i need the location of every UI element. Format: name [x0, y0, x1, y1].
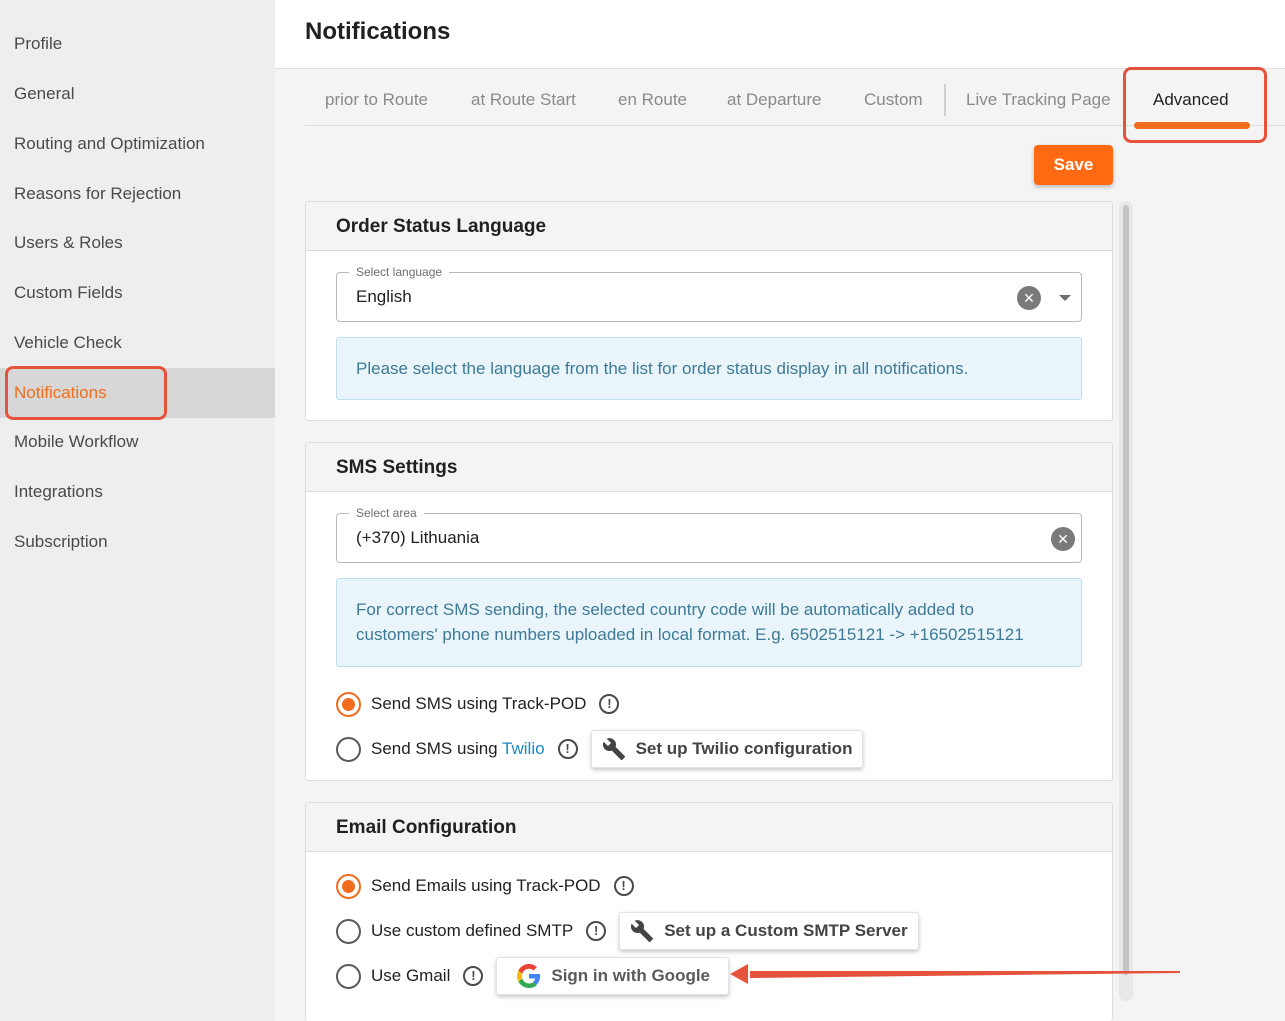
tab-live-tracking-page[interactable]: Live Tracking Page: [966, 70, 1111, 126]
sms-twilio-label-prefix: Send SMS using: [371, 739, 503, 758]
email-gmail-radio[interactable]: [336, 963, 361, 989]
sms-option-twilio[interactable]: Send SMS using Twilio ! Set up Twilio co…: [336, 729, 864, 769]
wrench-icon: [602, 738, 625, 760]
sidebar: Profile General Routing and Optimization…: [0, 0, 275, 1021]
email-smtp-label[interactable]: Use custom defined SMTP: [371, 921, 573, 941]
save-button[interactable]: Save: [1034, 145, 1113, 185]
sms-trackpod-label[interactable]: Send SMS using Track-POD: [371, 694, 586, 714]
language-select-value: English: [356, 287, 412, 306]
wrench-icon: [631, 920, 654, 942]
chevron-down-icon[interactable]: [1059, 295, 1071, 301]
main-content: Notifications prior to Route at Route St…: [275, 0, 1285, 1021]
sidebar-item-mobile-workflow[interactable]: Mobile Workflow: [0, 417, 275, 467]
setup-twilio-button[interactable]: Set up Twilio configuration: [590, 730, 864, 768]
annotation-highlight-advanced-tab: [1123, 67, 1267, 143]
setup-twilio-label: Set up Twilio configuration: [635, 739, 853, 758]
sidebar-item-vehicle-check[interactable]: Vehicle Check: [0, 318, 275, 368]
sidebar-item-subscription[interactable]: Subscription: [0, 517, 275, 567]
area-select-value: (+370) Lithuania: [356, 528, 480, 547]
clear-area-icon[interactable]: ✕: [1051, 527, 1075, 551]
email-configuration-card: Email Configuration Send Emails using Tr…: [305, 802, 1113, 1021]
sms-twilio-radio[interactable]: [336, 736, 361, 762]
twilio-link[interactable]: Twilio: [502, 739, 545, 758]
sidebar-item-routing-and-optimization[interactable]: Routing and Optimization: [0, 119, 275, 169]
email-gmail-label[interactable]: Use Gmail: [371, 966, 450, 986]
sms-option-trackpod[interactable]: Send SMS using Track-POD !: [336, 684, 620, 724]
info-icon[interactable]: !: [613, 876, 634, 896]
sms-twilio-label[interactable]: Send SMS using Twilio: [371, 739, 545, 759]
sidebar-item-users-roles[interactable]: Users & Roles: [0, 218, 275, 268]
setup-smtp-label: Set up a Custom SMTP Server: [664, 921, 908, 940]
sign-in-with-google-button[interactable]: Sign in with Google: [496, 957, 730, 995]
clear-language-icon[interactable]: ✕: [1017, 286, 1041, 310]
sidebar-item-general[interactable]: General: [0, 69, 275, 119]
language-info-text: Please select the language from the list…: [356, 359, 969, 378]
sms-settings-card: SMS Settings Select area (+370) Lithuani…: [305, 442, 1113, 781]
order-status-language-title: Order Status Language: [306, 202, 1112, 251]
scrollbar[interactable]: [1119, 201, 1133, 1001]
area-select-label: Select area: [349, 506, 424, 520]
sign-in-with-google-label: Sign in with Google: [551, 966, 711, 985]
sms-info-box: For correct SMS sending, the selected co…: [336, 578, 1082, 667]
info-icon[interactable]: !: [586, 921, 607, 941]
info-icon[interactable]: !: [599, 694, 620, 714]
google-icon: [517, 964, 541, 988]
tab-divider: [944, 84, 946, 116]
info-icon[interactable]: !: [557, 739, 578, 759]
email-option-smtp[interactable]: Use custom defined SMTP ! Set up a Custo…: [336, 911, 919, 951]
sidebar-item-custom-fields[interactable]: Custom Fields: [0, 268, 275, 318]
scrollbar-thumb[interactable]: [1123, 205, 1129, 975]
email-smtp-radio[interactable]: [336, 918, 361, 944]
tab-en-route[interactable]: en Route: [618, 70, 687, 126]
sms-info-line-2: customers' phone numbers uploaded in loc…: [356, 625, 1024, 644]
page-header: Notifications: [275, 0, 1285, 69]
annotation-arrow-icon: [730, 964, 1180, 984]
tab-prior-to-route[interactable]: prior to Route: [325, 70, 428, 126]
area-select[interactable]: Select area (+370) Lithuania ✕: [336, 506, 1082, 563]
email-trackpod-label[interactable]: Send Emails using Track-POD: [371, 876, 601, 896]
language-info-box: Please select the language from the list…: [336, 337, 1082, 400]
email-configuration-title: Email Configuration: [306, 803, 1112, 852]
sms-settings-title: SMS Settings: [306, 443, 1112, 492]
email-trackpod-radio[interactable]: [336, 873, 361, 899]
page-title: Notifications: [305, 18, 451, 45]
email-option-gmail[interactable]: Use Gmail ! Sign in with Google: [336, 956, 730, 996]
sms-trackpod-radio[interactable]: [336, 691, 361, 717]
email-option-trackpod[interactable]: Send Emails using Track-POD !: [336, 866, 634, 906]
tab-at-departure[interactable]: at Departure: [727, 70, 822, 126]
language-select-label: Select language: [349, 265, 450, 279]
language-select[interactable]: Select language English ✕: [336, 265, 1082, 322]
sidebar-item-profile[interactable]: Profile: [0, 19, 275, 69]
sms-info-line-1: For correct SMS sending, the selected co…: [356, 600, 974, 619]
tab-custom[interactable]: Custom: [864, 70, 923, 126]
setup-smtp-button[interactable]: Set up a Custom SMTP Server: [619, 912, 919, 950]
tab-at-route-start[interactable]: at Route Start: [471, 70, 576, 126]
order-status-language-card: Order Status Language Select language En…: [305, 201, 1113, 421]
sidebar-item-reasons-for-rejection[interactable]: Reasons for Rejection: [0, 169, 275, 219]
sidebar-item-integrations[interactable]: Integrations: [0, 467, 275, 517]
annotation-highlight-notifications: [5, 366, 167, 420]
info-icon[interactable]: !: [463, 966, 484, 986]
